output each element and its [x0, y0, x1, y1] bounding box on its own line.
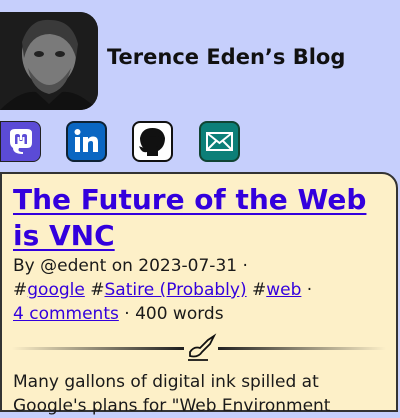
tag-link-google[interactable]: google [27, 280, 85, 300]
word-count: 400 words [135, 304, 224, 324]
meta-dot: · [118, 304, 136, 324]
meta-separator: · [301, 280, 313, 300]
excerpt-line: Many gallons of digital ink spilled at [13, 372, 319, 392]
blog-title-link[interactable]: Terence Eden’s Blog [107, 45, 345, 69]
github-link[interactable] [132, 121, 173, 162]
tag-link-satire[interactable]: Satire (Probably) [104, 280, 246, 300]
excerpt-line: Google's plans for "Web Environment [13, 396, 331, 416]
author-photo [0, 12, 98, 110]
tag-link-web[interactable]: web [266, 280, 301, 300]
post-article: The Future of the Web is VNC By @edent o… [0, 172, 398, 416]
by-label: By [13, 256, 41, 276]
meta-separator: · [237, 256, 248, 276]
github-icon [139, 128, 165, 156]
post-meta: By @edent on 2023-07-31 · #google #Satir… [13, 254, 393, 326]
email-icon [206, 132, 233, 151]
section-divider [12, 332, 386, 362]
avatar[interactable] [0, 12, 98, 110]
quill-hand-icon [184, 333, 218, 362]
comments-link[interactable]: 4 comments [13, 304, 119, 324]
site-header: Terence Eden’s Blog [0, 12, 400, 110]
linkedin-link[interactable] [66, 121, 107, 162]
author-name: @edent [40, 256, 107, 276]
divider-graphic [12, 333, 386, 362]
post-excerpt: Many gallons of digital ink spilled at G… [13, 370, 393, 418]
post-title-link[interactable]: The Future of the Web is VNC [13, 182, 373, 254]
linkedin-icon [74, 129, 98, 152]
email-link[interactable] [199, 121, 240, 162]
tag-hash: # [251, 280, 267, 300]
social-links [0, 121, 400, 163]
on-label: on [106, 256, 139, 276]
post-date: 2023-07-31 [138, 256, 238, 276]
tag-hash: # [13, 280, 28, 300]
mastodon-link[interactable] [0, 121, 41, 162]
mastodon-icon [10, 129, 32, 154]
tag-hash: # [90, 280, 105, 300]
